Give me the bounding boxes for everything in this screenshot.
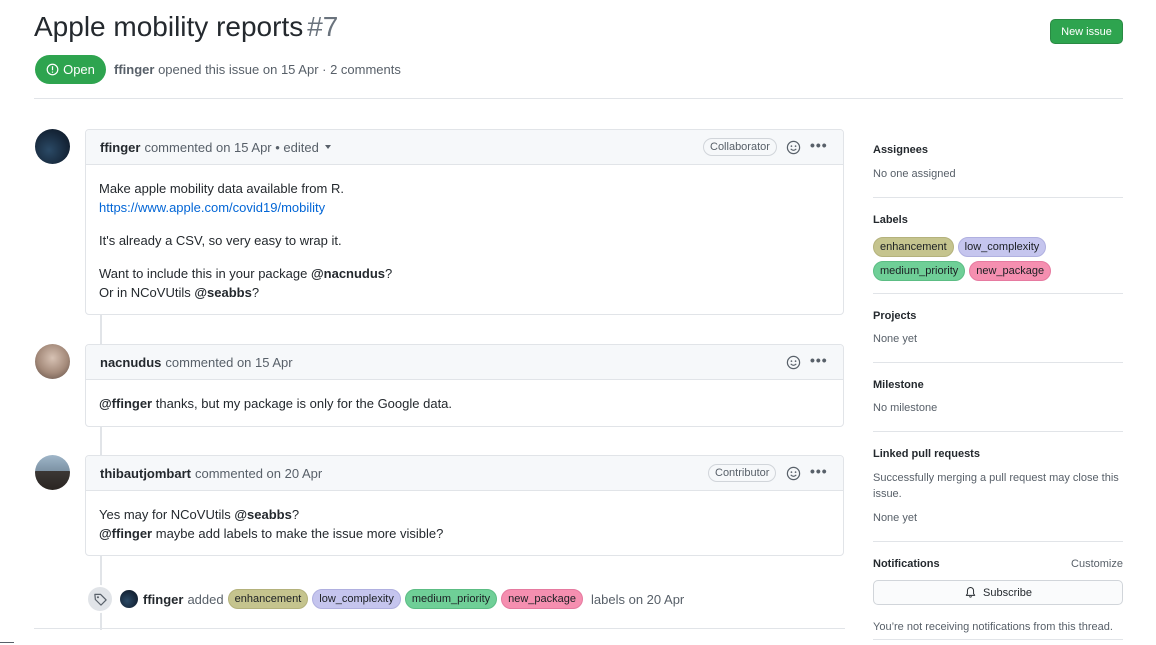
label-enhancement[interactable]: enhancement [227,589,309,609]
corner-mark [0,642,14,643]
comment-header: ffinger commented on 15 Apr • edited Col… [86,130,843,165]
kebab-menu-icon[interactable]: ••• [810,138,828,152]
issue-title: Apple mobility reports #7 [34,11,338,43]
comment-text: maybe add labels to make the issue more … [152,526,444,541]
sidebar-labels[interactable]: Labels enhancement low_complexity medium… [873,198,1123,294]
comment-timestamp[interactable]: commented on 15 Apr [165,355,292,370]
comment-text: ? [385,266,393,281]
issue-number: #7 [307,11,339,42]
edit-history-caret-icon[interactable] [324,145,331,149]
label-event: ffinger added enhancement low_complexity… [86,585,688,613]
subscribe-button[interactable]: Subscribe [873,580,1123,605]
labels-list: enhancement low_complexity medium_priori… [873,237,1123,281]
milestone-value: No milestone [873,402,938,414]
tag-icon [93,593,107,606]
labels-heading[interactable]: Labels [873,214,908,226]
label-low-complexity[interactable]: low_complexity [312,589,401,609]
notifications-heading: Notifications [873,558,940,570]
avatar-nacnudus[interactable] [35,344,70,379]
comment-text: Want to include this in your package [99,266,311,281]
event-verb: added [187,591,224,607]
contributor-badge: Contributor [708,464,777,482]
comment-text: ? [291,507,300,522]
issue-title-text: Apple mobility reports [34,11,304,42]
issue-state-badge: Open [35,55,106,84]
user-mention[interactable]: @seabbs [194,285,251,300]
comment-body: Make apple mobility data available from … [86,165,843,316]
event-actor[interactable]: ffinger [143,592,183,607]
new-issue-button[interactable]: New issue [1050,19,1123,44]
assignees-heading[interactable]: Assignees [873,144,928,156]
label-enhancement[interactable]: enhancement [873,237,954,257]
sidebar-assignees[interactable]: Assignees No one assigned [873,130,1123,198]
comment-body: @ffinger thanks, but my package is only … [86,380,843,427]
label-medium-priority[interactable]: medium_priority [873,261,966,281]
assignees-value: No one assigned [873,168,956,180]
notifications-note: You’re not receiving notifications from … [873,621,1113,633]
projects-heading[interactable]: Projects [873,310,916,322]
projects-value: None yet [873,333,918,345]
sidebar-milestone[interactable]: Milestone No milestone [873,363,1123,432]
comment-2: nacnudus commented on 15 Apr ••• @ffinge… [85,344,844,427]
label-new-package[interactable]: new_package [501,589,584,609]
collaborator-badge: Collaborator [703,138,777,156]
sidebar-linked-prs[interactable]: Linked pull requests Successfully mergin… [873,432,1123,542]
issue-opened-icon [46,63,59,76]
comment-text: It's already a CSV, so very easy to wrap… [99,233,342,248]
sidebar-projects[interactable]: Projects None yet [873,294,1123,363]
bell-icon [965,586,976,598]
kebab-menu-icon[interactable]: ••• [810,353,828,367]
smiley-icon[interactable] [786,355,801,370]
milestone-heading[interactable]: Milestone [873,379,924,391]
event-suffix[interactable]: labels on 20 Apr [591,592,684,607]
issue-meta: ffinger opened this issue on 15 Apr · 2 … [114,62,401,77]
comment-text: Make apple mobility data available from … [99,181,344,196]
apple-mobility-link[interactable]: https://www.apple.com/covid19/mobility [99,200,325,215]
user-mention[interactable]: @ffinger [99,526,152,541]
comment-1: ffinger commented on 15 Apr • edited Col… [85,129,844,315]
label-low-complexity[interactable]: low_complexity [957,237,1047,257]
label-new-package[interactable]: new_package [969,261,1052,281]
user-mention[interactable]: @ffinger [99,396,152,411]
kebab-menu-icon[interactable]: ••• [810,464,828,478]
comment-body: Yes may for NCoVUtils @seabbs? @ffinger m… [86,491,843,557]
comment-author[interactable]: thibautjombart [100,466,191,481]
comment-3: thibautjombart commented on 20 Apr Contr… [85,455,844,556]
header-divider [34,98,1123,99]
comment-text: Or in NCoVUtils [99,285,195,300]
issue-author-link[interactable]: ffinger [114,62,154,77]
user-mention[interactable]: @nacnudus [311,266,385,281]
avatar-ffinger[interactable] [35,129,70,164]
customize-link[interactable]: Customize [1071,558,1123,570]
comment-text: thanks, but my package is only for the G… [152,396,453,411]
user-mention[interactable]: @seabbs [234,507,291,522]
smiley-icon[interactable] [786,140,801,155]
tag-icon-badge [86,585,114,613]
subscribe-label: Subscribe [983,586,1032,599]
avatar-thibautjombart[interactable] [35,455,70,490]
comment-timestamp[interactable]: commented on 20 Apr [195,466,322,481]
sidebar-notifications: Notifications Customize Subscribe You’re… [873,542,1123,640]
comment-author[interactable]: nacnudus [100,355,161,370]
comment-text: ? [251,285,260,300]
comment-header: thibautjombart commented on 20 Apr Contr… [86,456,843,491]
issue-meta-text: opened this issue on 15 Apr · 2 comments [158,62,401,77]
linked-prs-description: Successfully merging a pull request may … [873,472,1119,500]
avatar-ffinger-small[interactable] [120,590,138,608]
linked-prs-heading[interactable]: Linked pull requests [873,448,980,460]
linked-prs-value: None yet [873,512,918,524]
timeline-bottom-divider [34,628,845,629]
label-medium-priority[interactable]: medium_priority [404,589,498,609]
comment-text: Yes may for NCoVUtils [99,507,235,522]
smiley-icon[interactable] [786,466,801,481]
comment-author[interactable]: ffinger [100,140,140,155]
comment-header: nacnudus commented on 15 Apr ••• [86,345,843,380]
issue-state-label: Open [63,62,95,77]
comment-timestamp[interactable]: commented on 15 Apr • edited [144,140,318,155]
